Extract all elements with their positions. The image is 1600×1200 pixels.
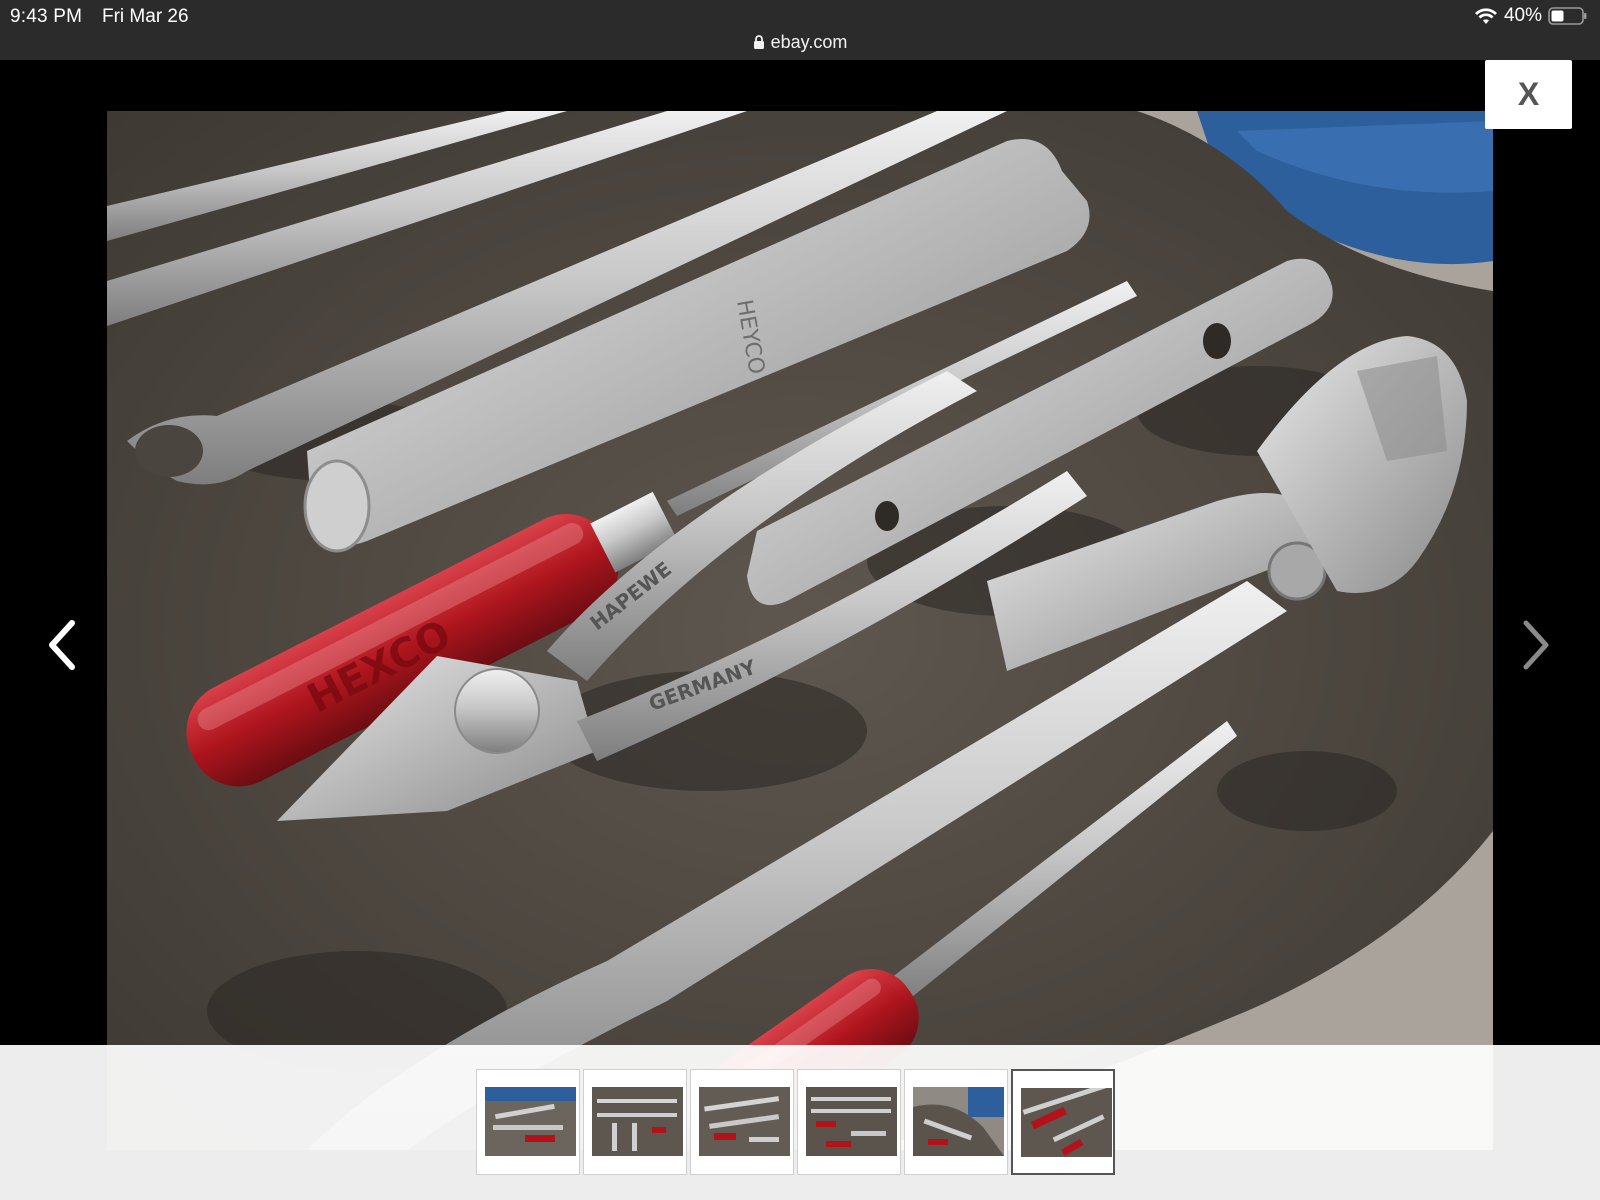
app-root: 9:43 PM Fri Mar 26 40% ebay.com HEYCO HE… [0,0,1600,1200]
thumbnail-4[interactable] [797,1069,901,1175]
url-text: ebay.com [770,32,848,52]
main-product-image[interactable]: HEYCO HEXCO HAPEWE GERMANY [107,111,1493,1150]
browser-top-bar: 9:43 PM Fri Mar 26 40% ebay.com [0,0,1600,60]
status-time: 9:43 PM [10,6,83,27]
thumbnail-2[interactable] [583,1069,687,1175]
thumbnail-image [485,1087,576,1156]
thumbnail-strip [476,1069,1118,1177]
lock-icon [753,35,764,49]
thumbnail-1[interactable] [476,1069,580,1175]
battery-percentage: 40% [1503,5,1542,26]
status-date: Fri Mar 26 [102,6,189,27]
chevron-right-icon[interactable] [1510,615,1560,675]
battery-icon [1548,7,1587,25]
thumbnail-3[interactable] [690,1069,794,1175]
close-button[interactable]: X [1485,60,1572,129]
thumbnail-image [913,1087,1004,1156]
thumbnail-image [806,1087,897,1156]
address-bar[interactable]: ebay.com [0,32,1600,53]
thumbnail-image [699,1087,790,1156]
thumbnail-bar [0,1045,1600,1200]
thumbnail-6-selected[interactable] [1011,1069,1115,1175]
chevron-left-icon[interactable] [38,615,88,675]
wifi-icon [1474,8,1497,24]
thumbnail-image [1021,1088,1112,1157]
thumbnail-5[interactable] [904,1069,1008,1175]
status-indicators: 40% [1474,5,1588,27]
thumbnail-image [592,1087,683,1156]
